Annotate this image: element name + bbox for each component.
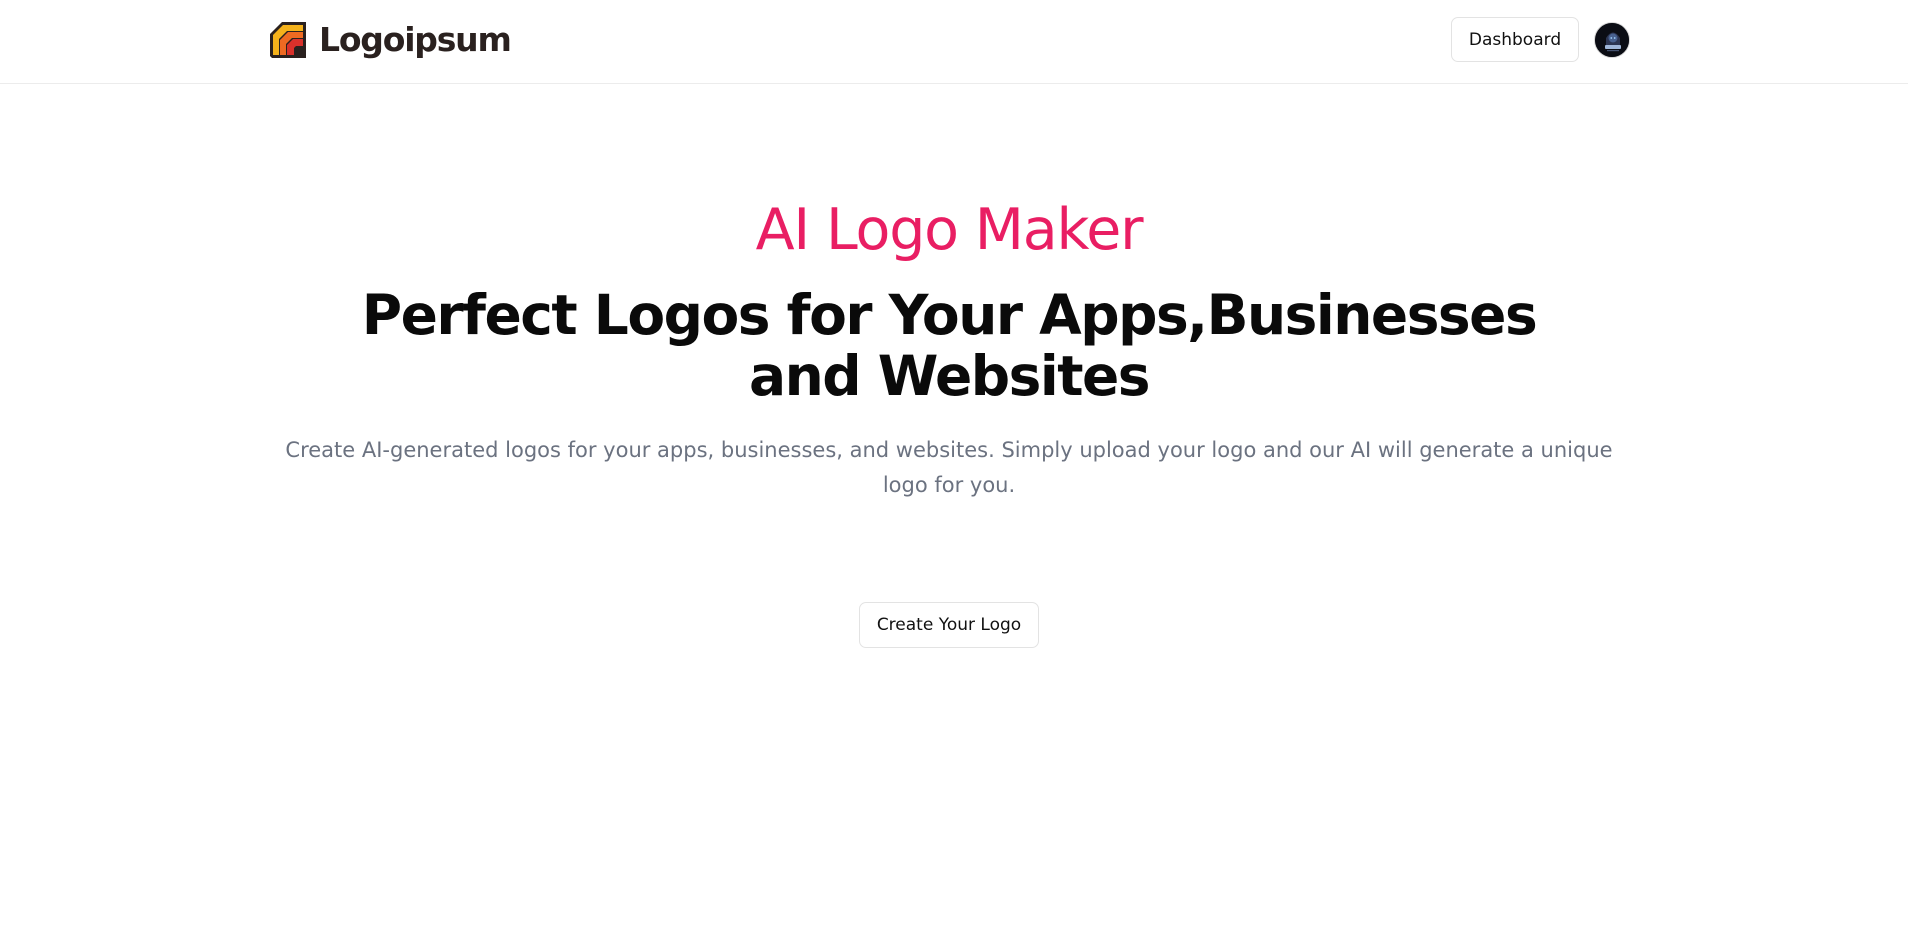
hero-title: Perfect Logos for Your Apps,Businesses a… — [361, 283, 1538, 408]
hero-description: Create AI-generated logos for your apps,… — [285, 438, 1613, 497]
create-logo-button[interactable]: Create Your Logo — [859, 602, 1039, 648]
brand-name: Logoipsum — [319, 20, 512, 59]
hero-eyebrow: AI Logo Maker — [755, 197, 1144, 263]
user-avatar[interactable] — [1594, 22, 1630, 58]
top-navbar: Logoipsum Dashboard — [0, 0, 1908, 84]
brand-logo[interactable]: Logoipsum — [268, 20, 512, 60]
avatar-image — [1595, 23, 1629, 57]
logo-mark-icon — [270, 22, 306, 58]
dashboard-button[interactable]: Dashboard — [1451, 17, 1579, 62]
